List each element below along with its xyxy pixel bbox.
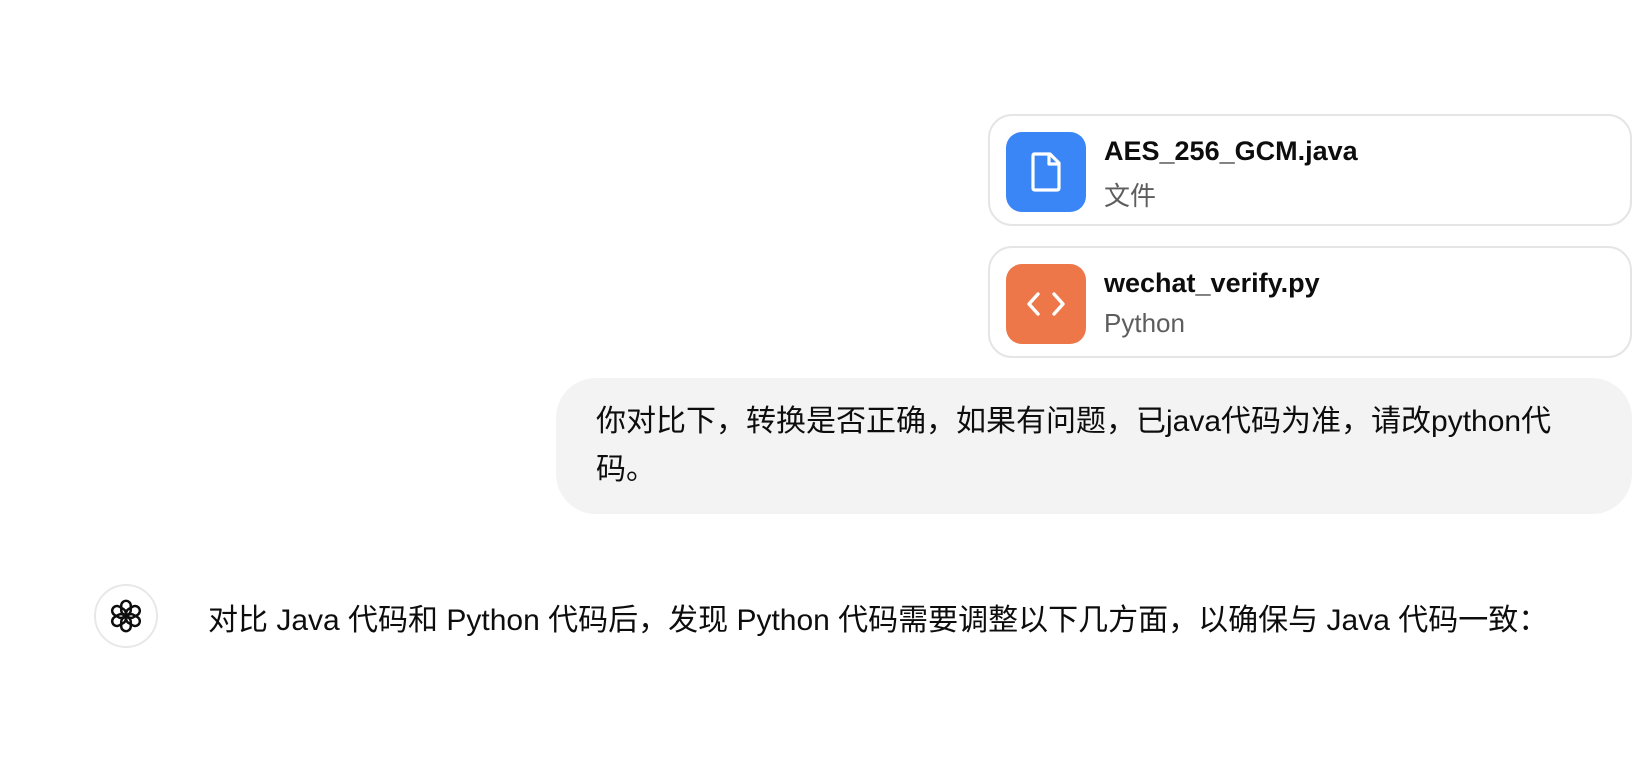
code-icon bbox=[1006, 264, 1086, 344]
attachment-card-python[interactable]: wechat_verify.py Python bbox=[988, 246, 1632, 358]
attachment-card-java[interactable]: AES_256_GCM.java 文件 bbox=[988, 114, 1632, 226]
assistant-avatar bbox=[94, 584, 158, 648]
attachment-file-type: 文件 bbox=[1104, 181, 1157, 211]
openai-logo-icon bbox=[110, 599, 142, 633]
document-icon bbox=[1006, 132, 1086, 212]
attachment-file-name: AES_256_GCM.java bbox=[1104, 136, 1358, 166]
attachment-file-name: wechat_verify.py bbox=[1104, 268, 1320, 298]
attachment-file-type: Python bbox=[1104, 308, 1185, 338]
assistant-message: 对比 Java 代码和 Python 代码后，发现 Python 代码需要调整以… bbox=[208, 604, 1549, 637]
user-message-bubble: 你对比下，转换是否正确，如果有问题，已java代码为准，请改python代码。 bbox=[556, 378, 1632, 514]
